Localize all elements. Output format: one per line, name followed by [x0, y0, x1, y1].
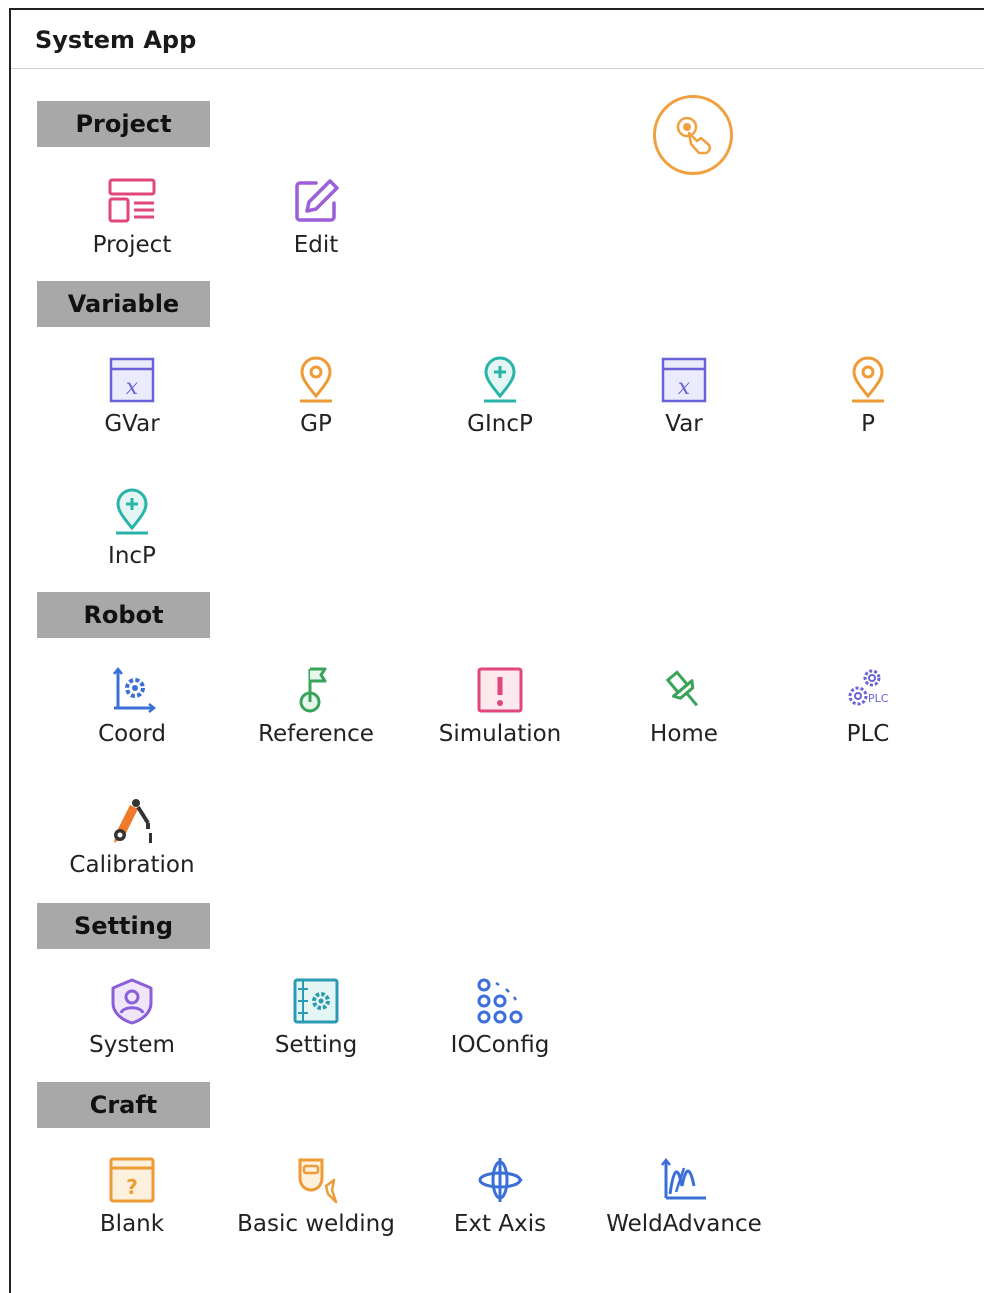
simulation-alert-icon [475, 665, 525, 715]
app-tile-simulation[interactable]: Simulation [408, 665, 592, 775]
section-header-craft: Craft [37, 1082, 210, 1128]
floating-touch-button[interactable] [653, 95, 733, 175]
app-tile-label: Setting [274, 1032, 358, 1058]
app-tile-label: Simulation [438, 721, 562, 747]
app-tile-label: GVar [104, 411, 160, 437]
app-tile-setting[interactable]: Setting [224, 976, 408, 1086]
app-tile-gincp[interactable]: GIncP [408, 355, 592, 465]
app-tile-label: IncP [108, 543, 156, 569]
svg-text:x: x [126, 375, 139, 400]
title-bar: System App [11, 10, 984, 69]
touch-hand-icon [676, 116, 712, 155]
app-tile-weldadvance[interactable]: WeldAdvance [592, 1155, 776, 1265]
variable-x-icon: x [659, 355, 709, 405]
variable-x-icon: x [107, 355, 157, 405]
home-pin-icon [659, 665, 709, 715]
edit-icon [291, 176, 341, 226]
app-tile-plc[interactable]: PLC PLC [776, 665, 960, 775]
section-header-project: Project [37, 101, 210, 147]
io-config-icon [475, 976, 525, 1026]
app-tile-home[interactable]: Home [592, 665, 776, 775]
app-tile-label: Calibration [69, 852, 195, 878]
app-tile-ext-axis[interactable]: Ext Axis [408, 1155, 592, 1265]
window-title: System App [35, 26, 197, 54]
section-header-setting: Setting [37, 903, 210, 949]
plc-gears-icon: PLC [843, 665, 893, 715]
app-tile-gvar[interactable]: x GVar [40, 355, 224, 465]
location-pin-icon [291, 355, 341, 405]
app-tile-label: WeldAdvance [606, 1211, 762, 1237]
app-tile-label: IOConfig [450, 1032, 550, 1058]
svg-text:x: x [678, 375, 691, 400]
coordinate-gear-icon [107, 665, 157, 715]
app-tile-gp[interactable]: GP [224, 355, 408, 465]
app-tile-label: GP [300, 411, 332, 437]
app-tile-label: Reference [258, 721, 374, 747]
robot-arm-icon [107, 796, 157, 846]
app-tile-label: Coord [98, 721, 166, 747]
system-user-shield-icon [107, 976, 157, 1026]
app-tile-blank[interactable]: ? Blank [40, 1155, 224, 1265]
app-tile-label: Project [92, 232, 172, 258]
location-pin-plus-icon [107, 487, 157, 537]
weld-advance-icon [659, 1155, 709, 1205]
ext-axis-icon [475, 1155, 525, 1205]
location-pin-icon [843, 355, 893, 405]
app-tile-label: Ext Axis [453, 1211, 547, 1237]
app-tile-ioconfig[interactable]: IOConfig [408, 976, 592, 1086]
app-tile-reference[interactable]: Reference [224, 665, 408, 775]
settings-panel-icon [291, 976, 341, 1026]
app-tile-label: Basic welding [237, 1211, 395, 1237]
blank-question-icon: ? [107, 1155, 157, 1205]
app-tile-calibration[interactable]: Calibration [40, 796, 224, 906]
app-tile-basic-welding[interactable]: Basic welding [224, 1155, 408, 1265]
app-tile-label: Blank [99, 1211, 165, 1237]
app-tile-var[interactable]: x Var [592, 355, 776, 465]
app-tile-project[interactable]: Project [40, 176, 224, 286]
app-tile-label: Var [665, 411, 703, 437]
app-tile-p[interactable]: P [776, 355, 960, 465]
app-tile-label: P [861, 411, 875, 437]
app-tile-system[interactable]: System [40, 976, 224, 1086]
svg-text:?: ? [126, 1175, 138, 1199]
project-layout-icon [107, 176, 157, 226]
section-header-robot: Robot [37, 592, 210, 638]
app-tile-label: PLC [846, 721, 890, 747]
section-header-variable: Variable [37, 281, 210, 327]
welding-mask-icon [291, 1155, 341, 1205]
app-tile-label: Home [650, 721, 718, 747]
svg-text:PLC: PLC [868, 692, 889, 705]
app-tile-label: GIncP [467, 411, 533, 437]
app-tile-coord[interactable]: Coord [40, 665, 224, 775]
reference-flag-icon [291, 665, 341, 715]
location-pin-plus-icon [475, 355, 525, 405]
app-tile-incp[interactable]: IncP [40, 487, 224, 597]
app-tile-label: System [89, 1032, 175, 1058]
app-tile-label: Edit [293, 232, 339, 258]
app-tile-edit[interactable]: Edit [224, 176, 408, 286]
